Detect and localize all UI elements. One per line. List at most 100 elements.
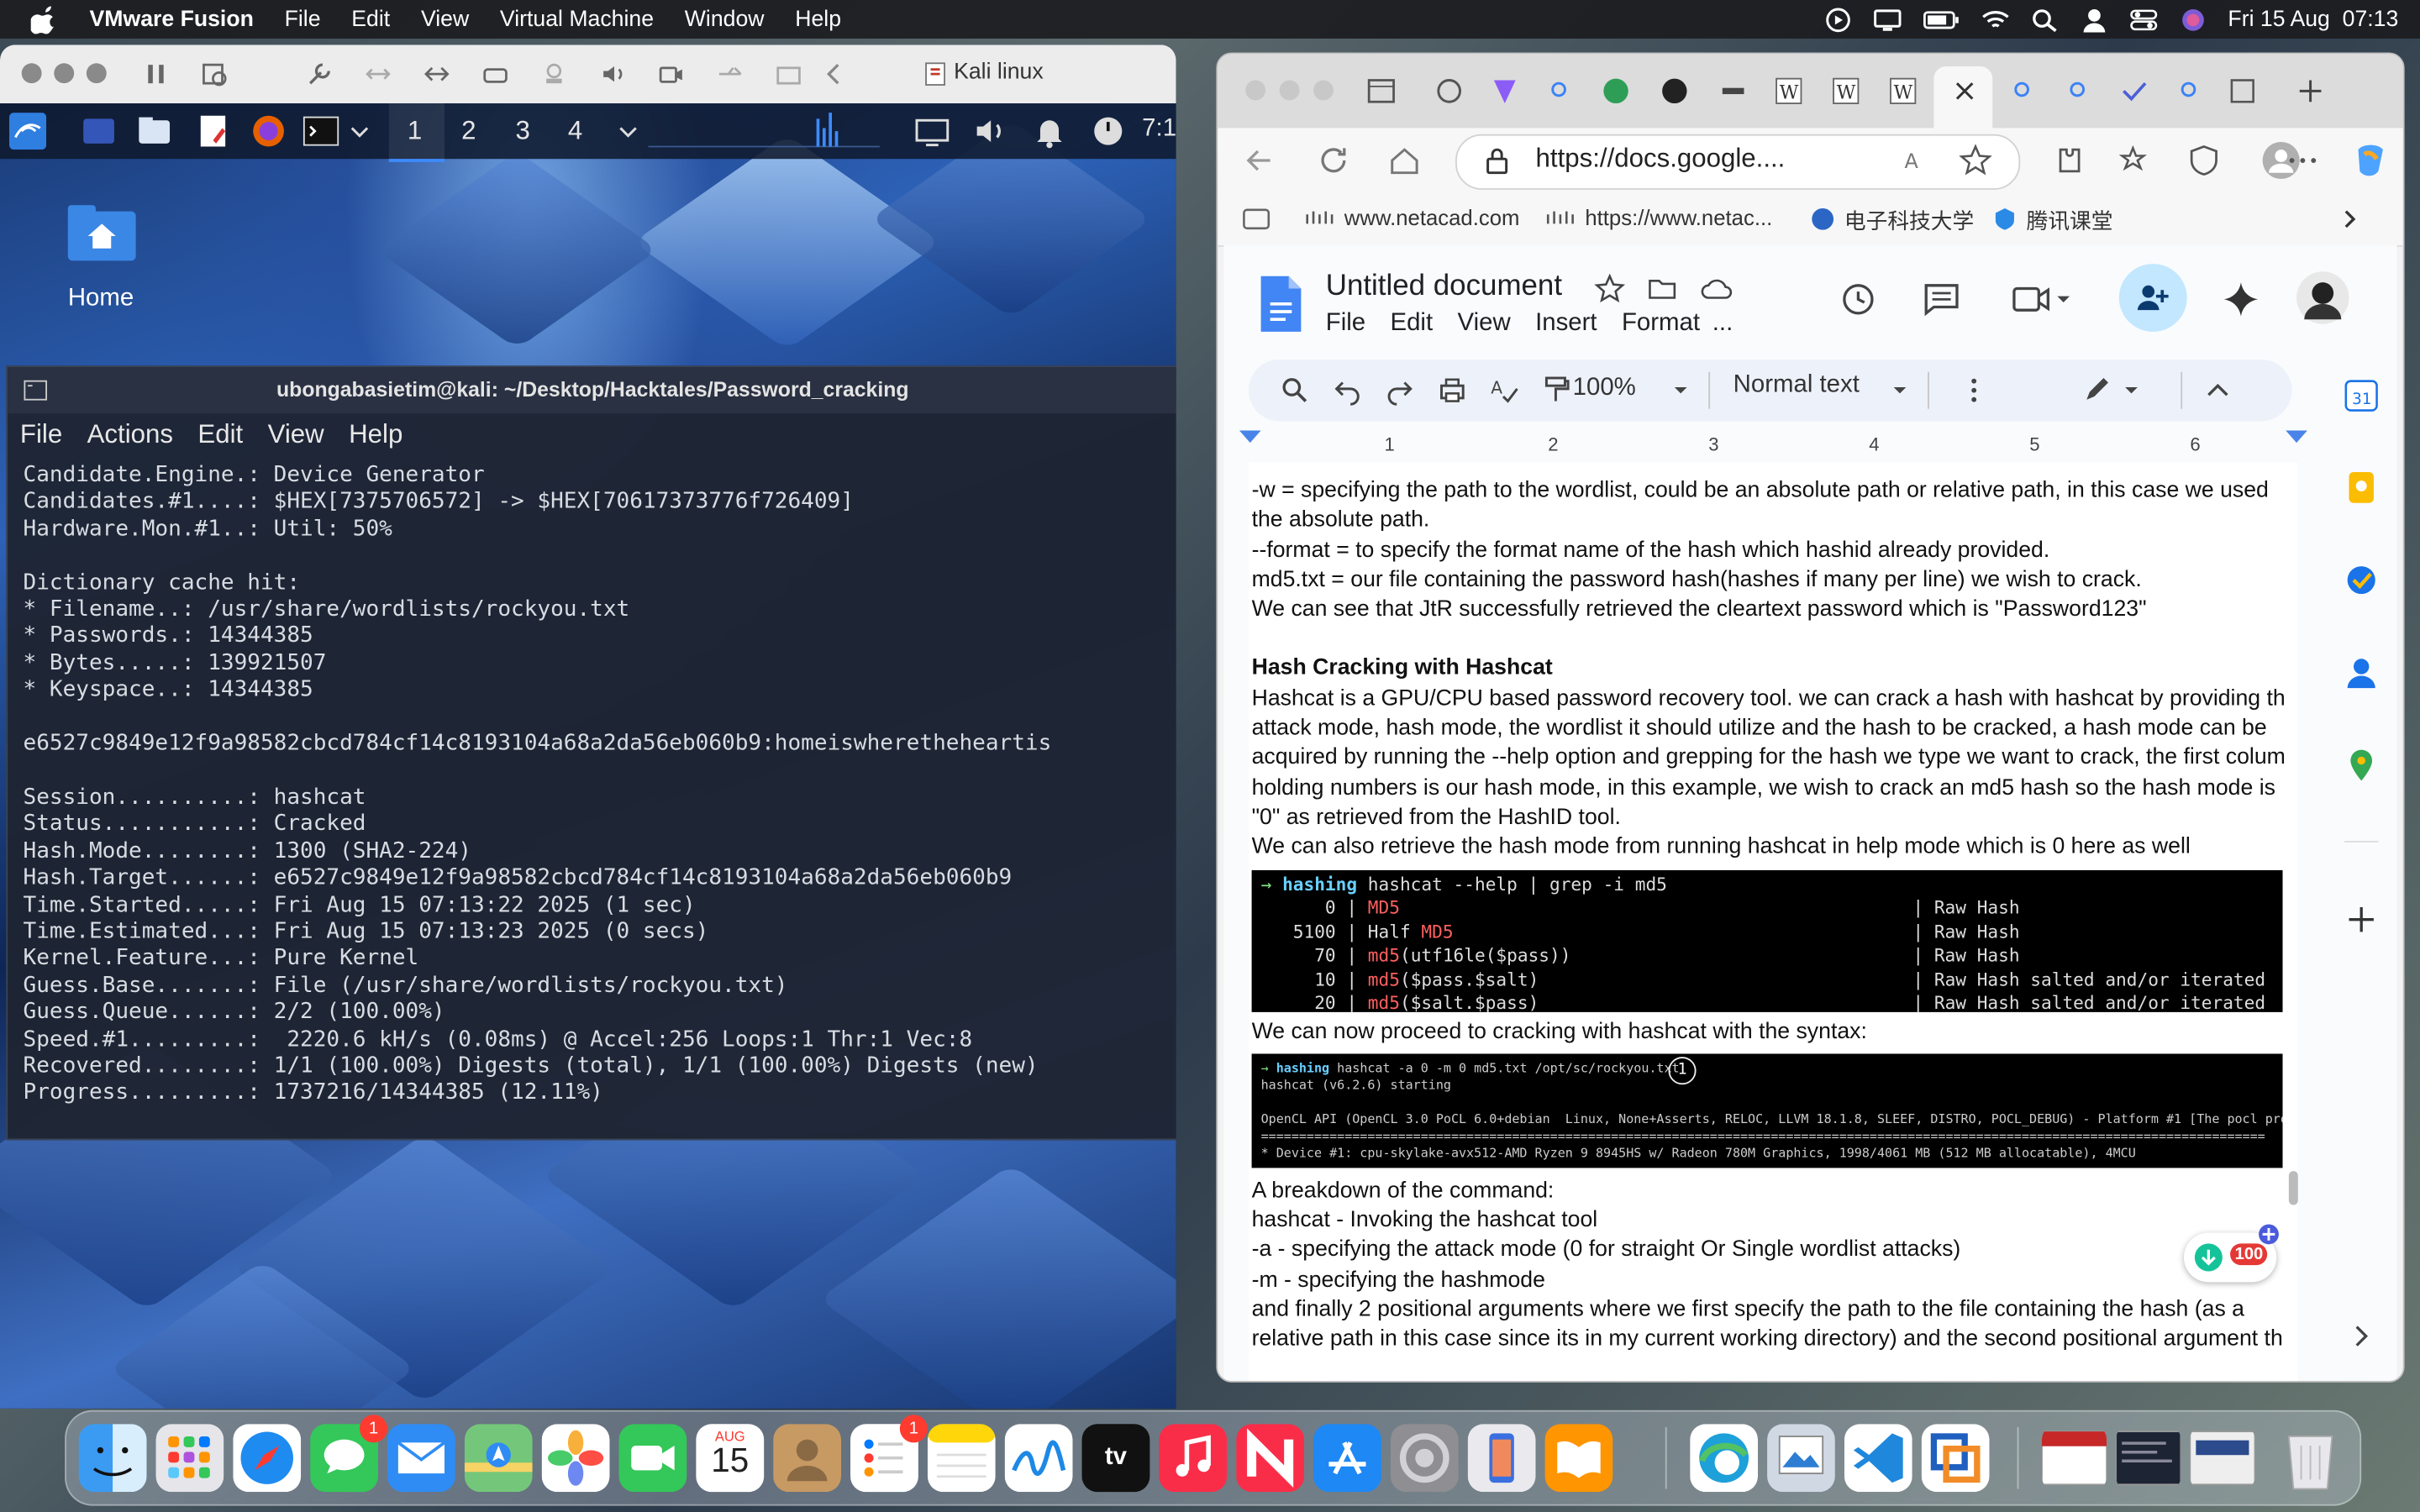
menubar-window[interactable]: Window [669, 7, 779, 31]
undo-icon[interactable] [1332, 375, 1363, 406]
read-aloud-icon[interactable]: A [1903, 145, 1934, 176]
browser-zoom-button[interactable] [1313, 80, 1334, 101]
panel-dropdown-icon[interactable] [618, 113, 639, 150]
spellcheck-icon[interactable]: A [1489, 375, 1520, 406]
contacts-icon[interactable] [773, 1424, 842, 1493]
terminal-output[interactable]: Candidate.Engine.: Device Generator Candi… [24, 463, 1172, 1107]
tab-github-favicon[interactable] [1659, 76, 1690, 107]
keep-rail-icon[interactable] [2344, 470, 2378, 504]
wifi-icon[interactable] [1981, 7, 2009, 31]
finder-icon[interactable] [78, 1424, 147, 1493]
tab-sidebar-icon[interactable] [1243, 207, 1270, 231]
cloud-saved-icon[interactable] [1699, 273, 1733, 304]
menubar-help[interactable]: Help [780, 7, 857, 31]
books-icon[interactable] [1544, 1424, 1613, 1493]
url-text[interactable]: https://docs.google.... [1536, 144, 1786, 175]
favorite-star-icon[interactable] [1959, 144, 1992, 177]
user-icon[interactable] [2080, 7, 2107, 32]
settings-wrench-icon[interactable] [306, 60, 334, 88]
music-icon[interactable] [1159, 1424, 1228, 1493]
tab-search-favicon[interactable] [1545, 76, 1576, 107]
docs-menu-edit[interactable]: Edit [1390, 310, 1433, 338]
photos-icon[interactable] [541, 1424, 610, 1493]
star-document-icon[interactable] [1594, 273, 1626, 304]
hide-menus-chevron-icon[interactable] [2202, 375, 2233, 406]
horizontal-ruler[interactable]: 1 2 3 4 5 6 [1239, 430, 2307, 464]
back-arrow-icon[interactable] [1243, 144, 1276, 177]
tab-vivaldi-favicon[interactable] [1489, 76, 1520, 107]
bookmark-netacad-2[interactable]: https://www.netac... [1585, 205, 1772, 229]
extensions-icon[interactable] [2051, 144, 2085, 177]
power-icon[interactable] [1090, 113, 1127, 150]
redo-icon[interactable] [1385, 375, 1416, 406]
grammarly-plus-icon[interactable] [2258, 1224, 2280, 1246]
tab-search-favicon-3[interactable] [2064, 76, 2095, 107]
back-chevron-icon[interactable] [821, 60, 849, 88]
vmware-fusion-icon[interactable] [1921, 1424, 1990, 1493]
more-tools-icon[interactable] [1959, 375, 1990, 406]
tab-search-favicon-4[interactable] [2175, 76, 2206, 107]
spotlight-search-icon[interactable] [2030, 7, 2058, 32]
browser-close-button[interactable] [1245, 80, 1266, 101]
sound-icon[interactable] [599, 60, 627, 88]
zoom-dropdown-icon[interactable] [1671, 381, 1690, 400]
full-screen-icon[interactable] [423, 60, 450, 88]
docs-menu-view[interactable]: View [1458, 310, 1511, 338]
expand-side-panel-chevron-icon[interactable] [2344, 1319, 2378, 1352]
editing-mode-pencil-icon[interactable] [2082, 375, 2144, 406]
terminal-menu-file[interactable]: File [20, 420, 62, 451]
tasks-rail-icon[interactable] [2344, 563, 2378, 596]
tab-search-favicon-2[interactable] [2008, 76, 2039, 107]
get-add-ons-plus-icon[interactable] [2344, 902, 2378, 936]
calendar-icon[interactable]: AUG 15 [696, 1424, 765, 1493]
kali-panel-clock[interactable]: 7:1 [1142, 116, 1176, 144]
hard-disk-icon[interactable] [481, 60, 509, 88]
workspace-3[interactable]: 3 [515, 116, 529, 147]
version-history-icon[interactable] [1839, 279, 1879, 319]
more-options-icon[interactable] [2286, 144, 2319, 177]
terminal-dropdown-icon[interactable] [349, 113, 371, 150]
style-dropdown-icon[interactable] [1891, 381, 1909, 400]
camera-icon[interactable] [657, 60, 685, 88]
refresh-icon[interactable] [1317, 144, 1350, 177]
news-icon[interactable] [1236, 1424, 1305, 1493]
vscode-icon[interactable] [1844, 1424, 1912, 1493]
copilot-icon[interactable] [2350, 140, 2391, 181]
document-title[interactable]: Untitled document [1326, 270, 1562, 303]
share-button[interactable] [2118, 264, 2187, 332]
tab-wikipedia-favicon-3[interactable]: W [1887, 76, 1918, 107]
close-window-button[interactable] [21, 63, 42, 84]
iphone-mirroring-icon[interactable] [1467, 1424, 1536, 1493]
tab-wikipedia-favicon-2[interactable]: W [1830, 76, 1861, 107]
snapshot-icon[interactable] [201, 60, 229, 88]
tab-window-favicon[interactable] [2227, 76, 2258, 107]
zoom-select[interactable]: 100% [1573, 375, 1636, 402]
menubar-clock[interactable]: Fri 15 Aug 07:13 [2228, 7, 2398, 31]
terminal-icon[interactable] [302, 113, 339, 150]
new-tab-icon[interactable] [2295, 76, 2326, 107]
display-icon[interactable] [1873, 7, 1901, 31]
show-desktop-icon[interactable] [81, 113, 118, 150]
calendar-rail-icon[interactable]: 31 [2344, 378, 2378, 412]
document-page[interactable]: -w = specifying the path to the wordlist… [1248, 461, 2298, 1381]
terminal-menu-view[interactable]: View [268, 420, 324, 451]
recent-window-thumbnail-3[interactable] [2190, 1424, 2255, 1492]
trash-icon[interactable] [2276, 1424, 2344, 1492]
mail-icon[interactable] [387, 1424, 455, 1493]
home-icon[interactable] [1387, 144, 1421, 177]
unity-icon[interactable] [364, 60, 392, 88]
move-to-folder-icon[interactable] [1647, 273, 1678, 304]
siri-icon[interactable] [2179, 7, 2207, 31]
volume-icon[interactable] [972, 113, 1009, 150]
network-icon[interactable] [540, 60, 568, 88]
meet-call-icon[interactable] [2011, 279, 2072, 319]
tab-actions-icon[interactable] [1366, 76, 1397, 107]
preview-icon[interactable] [1767, 1424, 1835, 1493]
edge-icon[interactable] [1690, 1424, 1759, 1493]
print-icon[interactable] [1437, 375, 1468, 406]
workspace-1[interactable]: 1 [408, 116, 422, 147]
recent-window-thumbnail-1[interactable] [2041, 1424, 2107, 1492]
tab-wikipedia-favicon-1[interactable]: W [1773, 76, 1804, 107]
search-menus-icon[interactable] [1280, 375, 1311, 406]
control-center-icon[interactable] [2129, 7, 2157, 31]
